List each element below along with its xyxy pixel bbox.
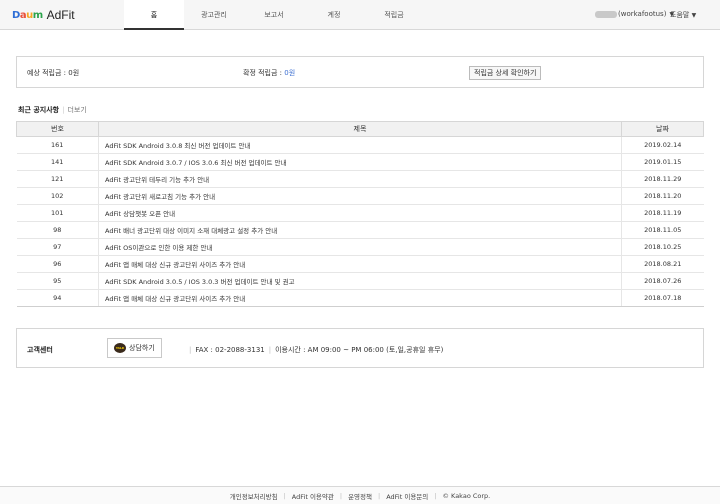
chevron-down-icon: ▼ [691,12,697,19]
row-date: 2018.11.20 [621,187,704,205]
footer-link-policy[interactable]: 운영정책 [348,491,372,501]
adfit-logo-text: AdFit [46,8,75,22]
tab-home[interactable]: 홈 [124,0,184,30]
row-number: 95 [16,272,99,290]
table-row: 121 AdFit 광고단위 테두리 기능 추가 안내 2018.11.29 [16,170,704,188]
daum-logo-letter-4: m [32,9,43,21]
points-detail-button[interactable]: 적립금 상세 확인하기 [469,66,542,80]
row-date: 2018.11.29 [621,170,704,188]
row-number: 102 [16,187,99,205]
row-title-link[interactable]: AdFit 앱 매체 대상 신규 광고단위 사이즈 추가 안내 [98,255,622,273]
table-row: 94 AdFit 앱 매체 대상 신규 광고단위 사이즈 추가 안내 2018.07… [16,289,704,307]
row-date: 2018.11.05 [621,221,704,239]
table-row: 102 AdFit 광고단위 새로고침 기능 추가 안내 2018.11.20 [16,187,704,205]
column-header-title: 제목 [98,121,622,137]
table-row: 101 AdFit 상담챗봇 오픈 안내 2018.11.19 [16,204,704,222]
logo[interactable]: Daum AdFit [12,8,75,22]
row-number: 121 [16,170,99,188]
kakaotalk-icon: TALK [114,343,126,353]
daum-logo-letter-1: D [12,9,20,21]
table-row: 97 AdFit OS이관으로 인한 이용 제한 안내 2018.10.25 [16,238,704,256]
column-header-date: 날짜 [621,121,704,137]
user-id: workafootus [620,10,664,18]
row-title-link[interactable]: AdFit 배너 광고단위 대상 이미지 소재 대체광고 설정 추가 안내 [98,221,622,239]
divider: | [434,491,437,500]
table-row: 95 AdFit SDK Android 3.0.5 / IOS 3.0.3 버전… [16,272,704,290]
divider: | [378,491,381,500]
customer-center-info: | FAX : 02-2088-3131 | 이용시간 : AM 09:00 ~ PM… [185,345,443,355]
row-title-link[interactable]: AdFit 상담챗봇 오픈 안내 [98,204,622,222]
row-title-link[interactable]: AdFit OS이관으로 인한 이용 제한 안내 [98,238,622,256]
service-hours: 이용시간 : AM 09:00 ~ PM 06:00 (토,일,공휴일 휴무) [275,346,444,354]
notice-table: 번호 제목 날짜 161 AdFit SDK Android 3.0.8 최신 버… [16,121,704,307]
table-header-row: 번호 제목 날짜 [16,121,704,137]
row-date: 2019.01.15 [621,153,704,171]
row-number: 94 [16,289,99,307]
row-title-link[interactable]: AdFit 앱 매체 대상 신규 광고단위 사이즈 추가 안내 [98,289,622,307]
row-date: 2018.10.25 [621,238,704,256]
row-number: 141 [16,153,99,171]
divider: | [62,106,65,114]
help-menu[interactable]: 도움말 ▼ [670,10,696,20]
row-title-link[interactable]: AdFit SDK Android 3.0.7 / IOS 3.0.6 최신 버… [98,153,622,171]
confirmed-points-label: 확정 적립금 : [243,69,285,77]
customer-center: 고객센터 TALK 상담하기 | FAX : 02-2088-3131 | 이용시간 … [16,328,704,368]
row-title-link[interactable]: AdFit 광고단위 새로고침 기능 추가 안내 [98,187,622,205]
row-number: 101 [16,204,99,222]
daum-logo-letter-3: u [26,9,33,21]
tab-report[interactable]: 보고서 [244,0,304,30]
row-number: 161 [16,136,99,154]
divider: | [339,491,343,500]
notice-more-link[interactable]: 더보기 [67,106,86,114]
footer-link-privacy[interactable]: 개인정보처리방침 [230,491,278,501]
table-row: 161 AdFit SDK Android 3.0.8 최신 버전 업데이트 안내… [16,136,704,154]
fax-number: FAX : 02-2088-3131 [195,346,265,354]
row-title-link[interactable]: AdFit SDK Android 3.0.5 / IOS 3.0.3 버전 업… [98,272,622,290]
table-row: 141 AdFit SDK Android 3.0.7 / IOS 3.0.6 최… [16,153,704,171]
consult-button-label: 상담하기 [129,344,155,352]
row-number: 96 [16,255,99,273]
row-date: 2018.07.18 [621,289,704,307]
row-title-link[interactable]: AdFit SDK Android 3.0.8 최신 버전 업데이트 안내 [98,136,622,154]
footer-link-terms[interactable]: AdFit 이용약관 [292,491,334,501]
tab-points[interactable]: 적립금 [364,0,424,30]
row-date: 2019.02.14 [621,136,704,154]
confirmed-points-value: 0원 [284,69,296,77]
expected-points-label: 예상 적립금 : [27,69,69,77]
top-header: Daum AdFit 홈 광고관리 보고서 계정 적립금 (workafootu… [0,0,720,30]
row-date: 2018.11.19 [621,204,704,222]
notice-title: 최근 공지사항 [18,106,60,114]
footer-link-inquiry[interactable]: AdFit 이용문의 [386,491,428,501]
row-date: 2018.07.26 [621,272,704,290]
expected-points: 예상 적립금 : 0원 [27,68,79,78]
row-number: 97 [16,238,99,256]
tab-ad-management[interactable]: 광고관리 [184,0,244,30]
expected-points-value: 0원 [68,69,80,77]
points-summary: 예상 적립금 : 0원 확정 적립금 : 0원 적립금 상세 확인하기 [16,56,704,88]
user-menu[interactable]: (workafootus) ▼ [595,10,674,18]
row-number: 98 [16,221,99,239]
daum-logo: Daum [12,10,43,21]
divider: | [189,346,192,354]
table-row: 96 AdFit 앱 매체 대상 신규 광고단위 사이즈 추가 안내 2018.08… [16,255,704,273]
footer-copyright: © Kakao Corp. [442,491,491,500]
consult-button[interactable]: TALK 상담하기 [107,338,162,358]
column-header-number: 번호 [16,121,99,137]
confirmed-points: 확정 적립금 : 0원 [243,68,295,78]
help-label: 도움말 [670,11,690,19]
row-date: 2018.08.21 [621,255,704,273]
divider: | [283,491,286,500]
table-row: 98 AdFit 배너 광고단위 대상 이미지 소재 대체광고 설정 추가 안내 2… [16,221,704,239]
blurred-username [595,10,617,18]
customer-center-title: 고객센터 [27,346,53,354]
footer: 개인정보처리방침 | AdFit 이용약관 | 운영정책 | AdFit 이용문… [0,486,720,504]
notice-header: 최근 공지사항 | 더보기 [18,105,87,115]
tab-account[interactable]: 계정 [304,0,364,30]
divider: | [268,346,272,354]
row-title-link[interactable]: AdFit 광고단위 테두리 기능 추가 안내 [98,170,622,188]
main-nav: 홈 광고관리 보고서 계정 적립금 [124,0,424,30]
